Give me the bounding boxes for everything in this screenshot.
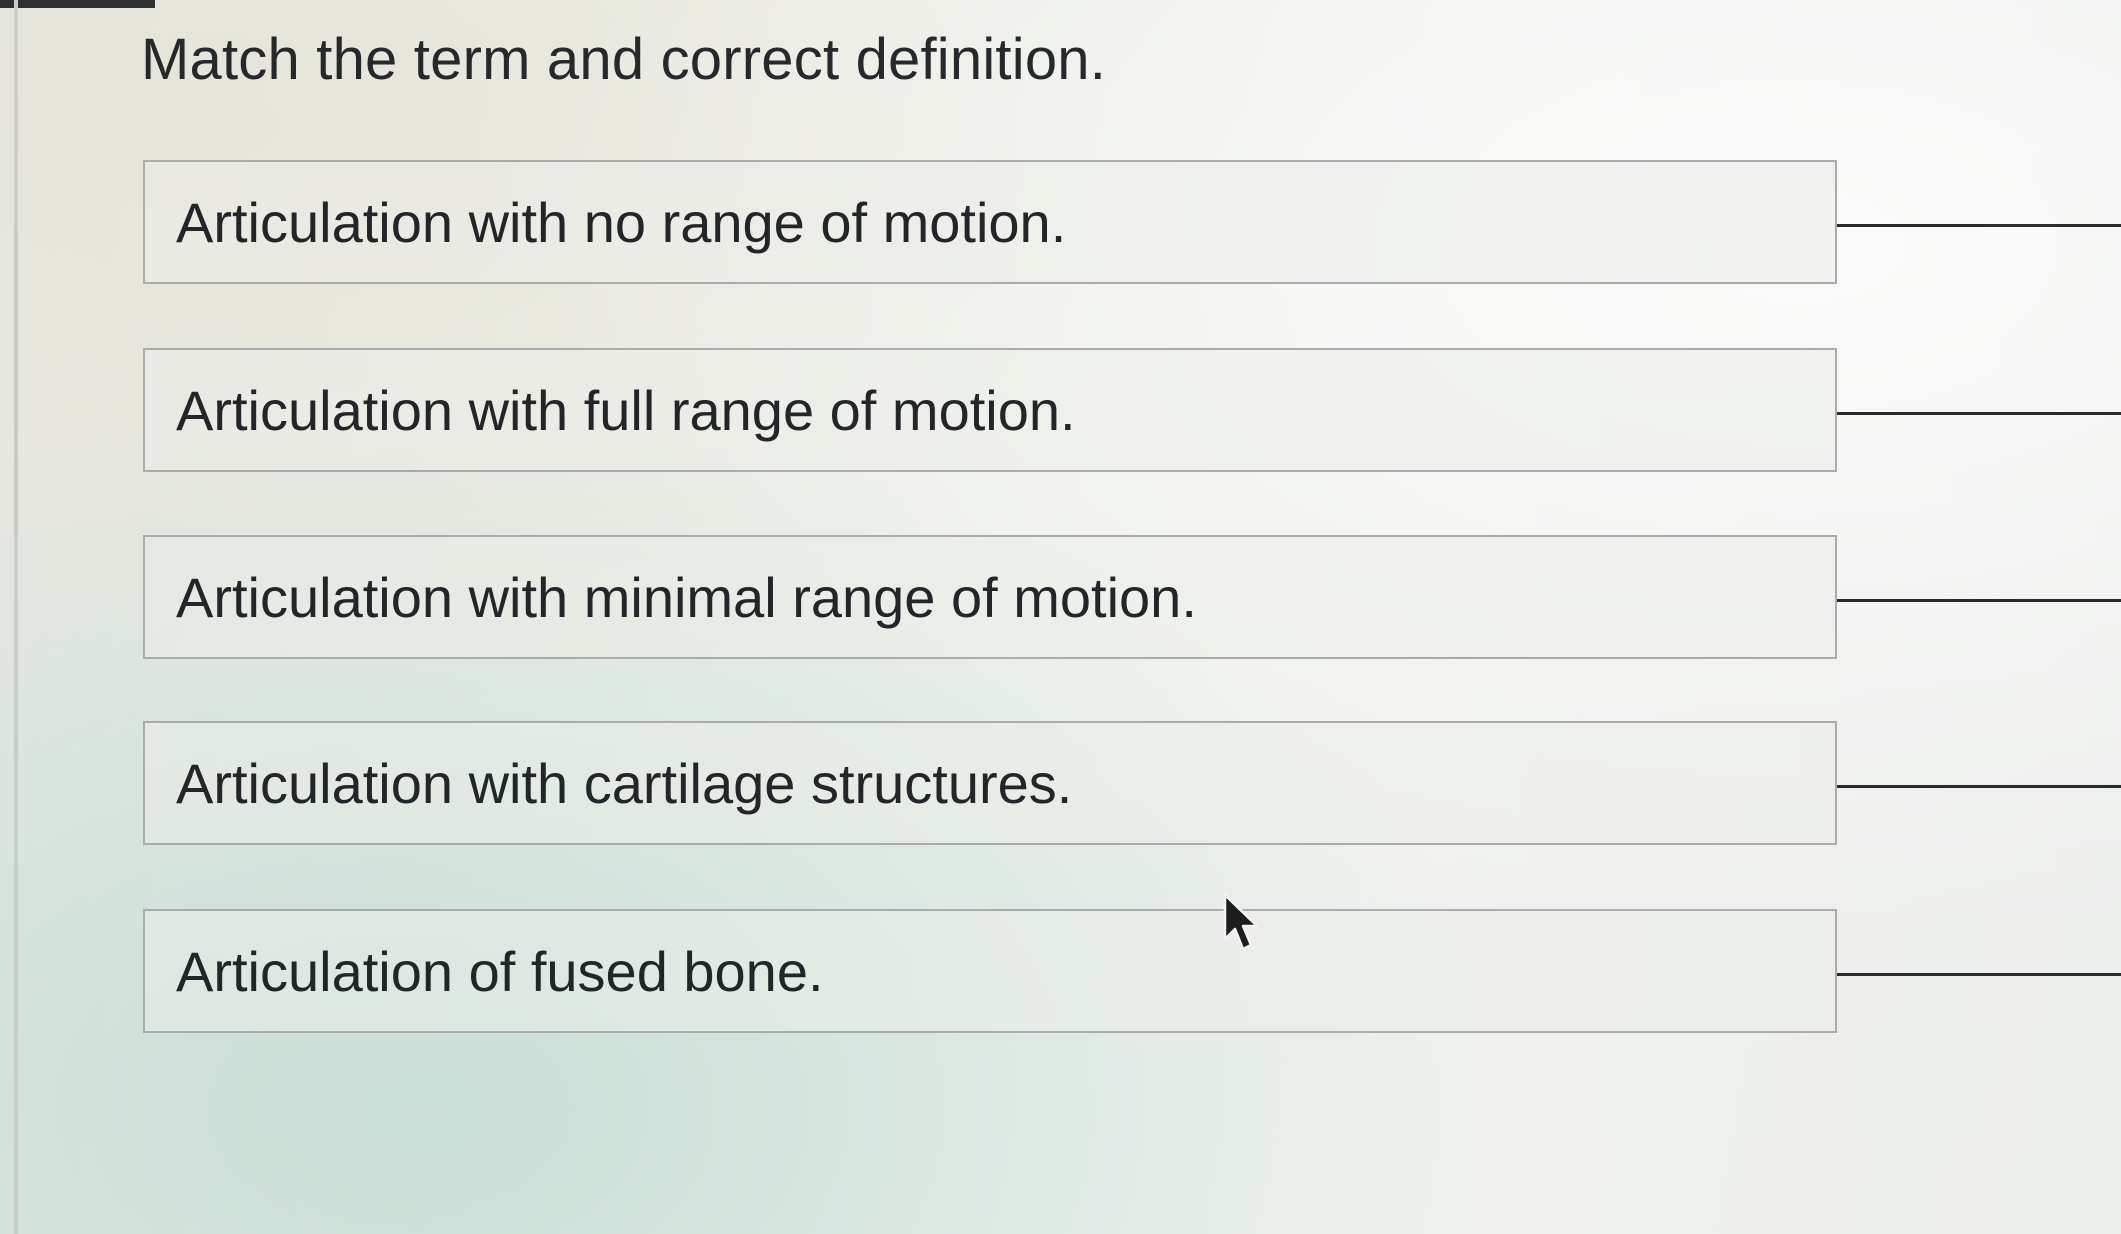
definition-text: Articulation with no range of motion. — [176, 190, 1067, 254]
answer-drop-line[interactable] — [1837, 785, 2121, 788]
match-row: Articulation with full range of motion. — [0, 348, 2121, 478]
window-corner-mark — [0, 0, 155, 8]
match-row: Articulation with no range of motion. — [0, 160, 2121, 290]
answer-drop-line[interactable] — [1837, 599, 2121, 602]
answer-drop-line[interactable] — [1837, 224, 2121, 227]
mouse-pointer-icon — [1223, 893, 1259, 951]
definition-text: Articulation with cartilage structures. — [176, 751, 1073, 815]
definition-text: Articulation with full range of motion. — [176, 378, 1076, 442]
definition-box: Articulation with cartilage structures. — [143, 721, 1837, 845]
match-row: Articulation with cartilage structures. — [0, 721, 2121, 851]
match-row: Articulation of fused bone. — [0, 909, 2121, 1039]
question-prompt: Match the term and correct definition. — [141, 27, 1107, 92]
answer-drop-line[interactable] — [1837, 973, 2121, 976]
definition-text: Articulation with minimal range of motio… — [176, 565, 1197, 629]
definition-box: Articulation with minimal range of motio… — [143, 535, 1837, 659]
match-row: Articulation with minimal range of motio… — [0, 535, 2121, 665]
definition-box: Articulation of fused bone. — [143, 909, 1837, 1033]
definition-box: Articulation with full range of motion. — [143, 348, 1837, 472]
definition-text: Articulation of fused bone. — [176, 939, 824, 1003]
answer-drop-line[interactable] — [1837, 412, 2121, 415]
definition-box: Articulation with no range of motion. — [143, 160, 1837, 284]
